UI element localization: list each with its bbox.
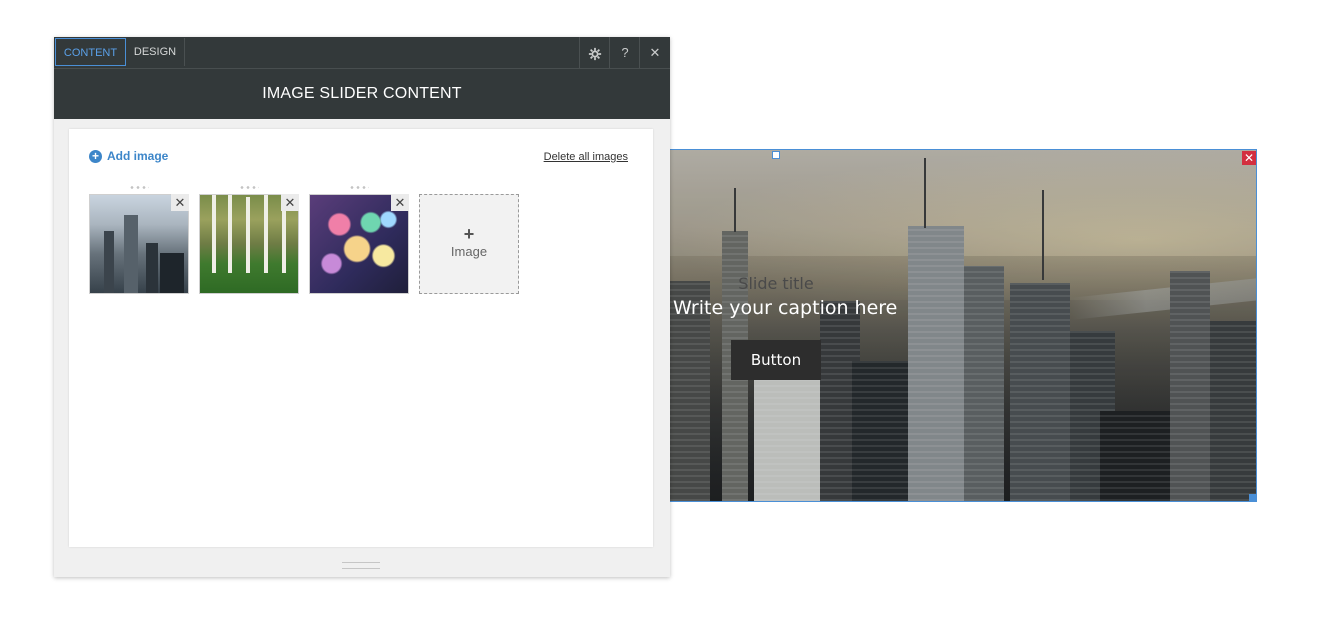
image-thumbnail-item: ✕: [199, 185, 299, 295]
image-slider-editor-panel: CONTENT DESIGN ? ✕ IMAGE SLIDER CONTENT …: [54, 37, 670, 577]
add-image-tile-label: Image: [450, 244, 488, 259]
tree: [246, 197, 250, 273]
add-image-link[interactable]: + Add image: [89, 149, 168, 163]
image-thumbnail-item: ✕: [89, 185, 189, 295]
close-panel-button[interactable]: ✕: [639, 37, 670, 68]
tree: [212, 195, 216, 273]
building: [146, 243, 158, 293]
add-image-label: Add image: [107, 149, 169, 163]
slider-resize-handle[interactable]: [772, 151, 780, 159]
image-slider-preview[interactable]: Slide title Write your caption here Butt…: [669, 149, 1257, 502]
tab-content[interactable]: CONTENT: [55, 38, 126, 66]
add-image-tile[interactable]: + Image: [419, 194, 519, 294]
content-card: + Add image Delete all images ✕ ✕ ✕ + Im…: [69, 129, 653, 547]
panel-resize-grip[interactable]: [342, 562, 380, 569]
slide-cta-button[interactable]: Button: [731, 340, 821, 380]
settings-button[interactable]: [579, 37, 610, 68]
building: [104, 231, 114, 293]
panel-tabbar: CONTENT DESIGN ? ✕: [54, 37, 670, 69]
slide-caption[interactable]: Write your caption here: [673, 297, 897, 319]
tree: [264, 195, 268, 273]
remove-image-button[interactable]: ✕: [281, 194, 299, 211]
slider-corner-resize-handle[interactable]: [1249, 494, 1256, 501]
building: [124, 215, 138, 293]
remove-image-button[interactable]: ✕: [391, 194, 409, 211]
slider-overlay: [670, 150, 1256, 501]
gear-icon: [588, 47, 602, 60]
plus-icon: +: [463, 224, 475, 244]
panel-title: IMAGE SLIDER CONTENT: [54, 69, 670, 119]
tree: [228, 195, 232, 273]
drag-handle-icon[interactable]: [349, 185, 369, 190]
remove-image-button[interactable]: ✕: [171, 194, 189, 211]
plus-circle-icon: +: [89, 149, 102, 163]
drag-handle-icon[interactable]: [239, 185, 259, 190]
tab-design[interactable]: DESIGN: [126, 38, 185, 66]
building: [160, 253, 184, 293]
slider-remove-button[interactable]: ✕: [1242, 151, 1256, 165]
drag-handle-icon[interactable]: [129, 185, 149, 190]
help-button[interactable]: ?: [609, 37, 640, 68]
delete-all-images-link[interactable]: Delete all images: [544, 151, 628, 163]
image-thumbnail-item: ✕: [309, 185, 409, 295]
slide-title[interactable]: Slide title: [736, 274, 816, 293]
close-icon: ✕: [649, 45, 661, 60]
